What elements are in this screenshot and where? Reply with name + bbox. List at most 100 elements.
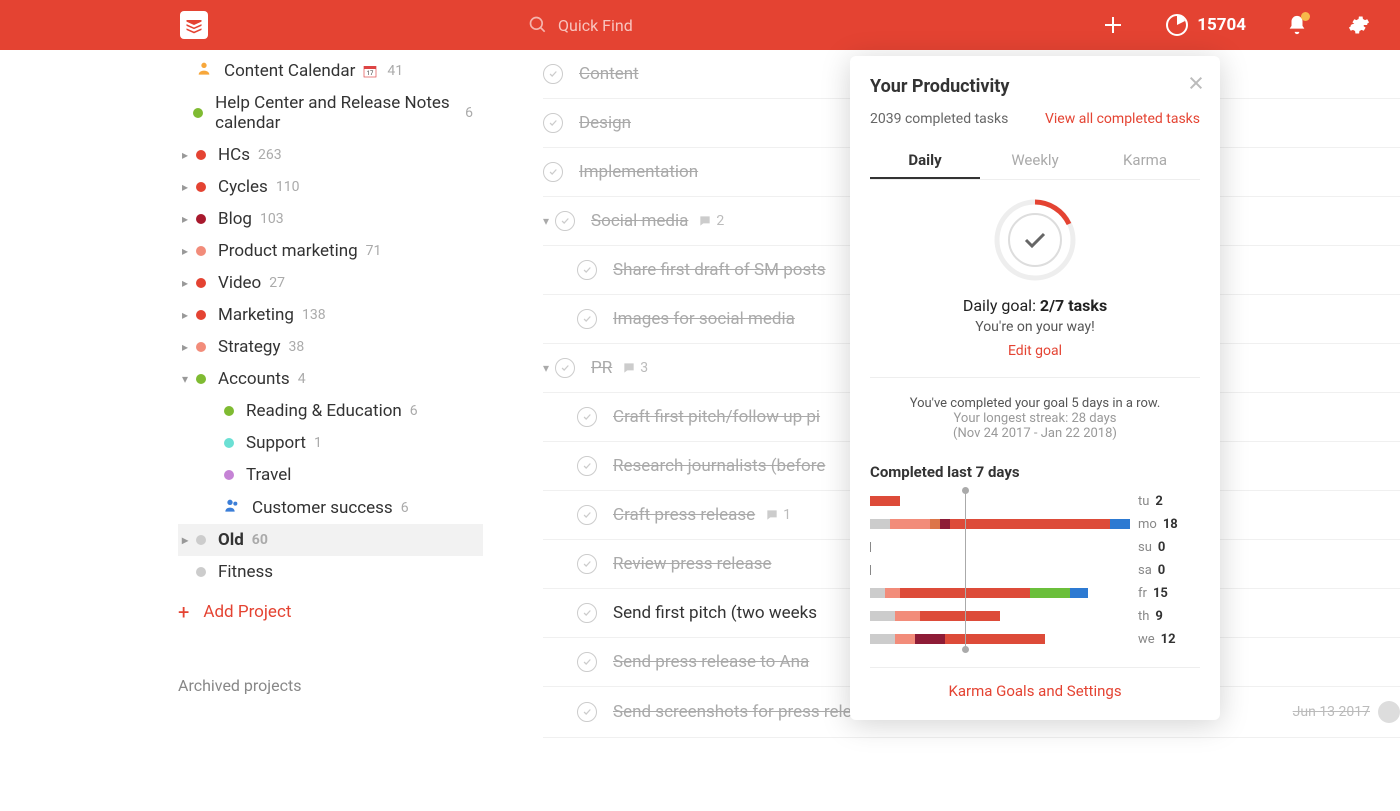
project-item[interactable]: ▸Blog103 [178,203,483,235]
app-logo[interactable] [180,11,208,39]
task-checkbox[interactable] [577,603,597,623]
view-all-link[interactable]: View all completed tasks [1045,111,1200,127]
task-name: Craft first pitch/follow up pi [613,407,820,427]
task-checkbox[interactable] [577,309,597,329]
task-checkbox[interactable] [577,702,597,722]
task-date: Jun 13 2017 [1293,704,1370,720]
day-value: 0 [1158,540,1165,555]
add-project-label: Add Project [203,602,291,622]
task-checkbox[interactable] [543,113,563,133]
add-project-button[interactable]: +Add Project [178,588,483,636]
tab-daily[interactable]: Daily [870,143,980,179]
project-count: 38 [289,339,305,355]
task-name: PR [591,358,612,378]
tab-karma[interactable]: Karma [1090,143,1200,179]
karma-button[interactable]: 15704 [1165,13,1246,37]
project-count: 110 [276,179,300,195]
bar [870,542,1130,552]
chart-row: we12 [870,629,1200,649]
project-dot [196,374,206,384]
comment-count[interactable]: 1 [765,507,791,523]
add-task-button[interactable] [1101,13,1125,37]
day-label: mo [1138,517,1157,532]
chart-row: tu2 [870,491,1200,511]
chart-row: sa0 [870,560,1200,580]
search-bar[interactable]: Quick Find [528,15,633,35]
chevron-icon: ▸ [178,180,192,194]
project-name: HCs [218,145,250,165]
project-item[interactable]: Fitness [178,556,483,588]
comment-icon [698,214,712,228]
task-name: Images for social media [613,309,795,329]
project-item[interactable]: ▸ Cycles 110 [178,171,483,203]
project-count: 1 [314,435,322,451]
chevron-icon: ▾ [178,372,192,386]
task-name: Send screenshots for press release [613,702,879,722]
chevron-icon: ▸ [178,340,192,354]
notifications-button[interactable] [1286,14,1308,36]
project-count: 6 [465,105,473,121]
settings-button[interactable] [1348,14,1370,36]
task-checkbox[interactable] [577,652,597,672]
goal-sub: You're on your way! [870,319,1200,335]
project-name: Cycles [218,177,268,197]
project-item[interactable]: ▸ Strategy 38 [178,331,483,363]
project-dot [196,278,206,288]
task-name: Craft press release [613,505,755,525]
project-item[interactable]: Reading & Education6 [178,395,483,427]
close-button[interactable] [1188,72,1204,96]
comment-count[interactable]: 2 [698,213,724,229]
task-checkbox[interactable] [555,211,575,231]
project-item[interactable]: ▸HCs263 [178,139,483,171]
project-count: 27 [269,275,285,291]
people-icon [224,497,240,518]
project-item[interactable]: Customer success6 [178,491,483,524]
project-name: Content Calendar [224,61,355,81]
chevron-down-icon[interactable]: ▾ [543,361,549,375]
project-dot [224,406,234,416]
task-checkbox[interactable] [555,358,575,378]
project-item[interactable]: ▸Video27 [178,267,483,299]
day-value: 9 [1155,609,1162,624]
person-icon [196,60,212,81]
tab-weekly[interactable]: Weekly [980,143,1090,179]
project-name: Old [218,530,244,550]
chevron-icon: ▸ [178,212,192,226]
task-checkbox[interactable] [543,162,563,182]
project-item[interactable]: Support1 [178,427,483,459]
project-item[interactable]: ▾Accounts4 [178,363,483,395]
project-count: 6 [401,500,409,516]
project-item[interactable]: Help Center and Release Notes calendar6 [178,87,483,139]
task-checkbox[interactable] [577,554,597,574]
chevron-down-icon[interactable]: ▾ [543,214,549,228]
project-count: 4 [298,371,306,387]
bar [870,496,1130,506]
karma-settings-link[interactable]: Karma Goals and Settings [870,667,1200,700]
task-checkbox[interactable] [577,407,597,427]
edit-goal-link[interactable]: Edit goal [870,343,1200,359]
project-item[interactable]: Content Calendar1741 [178,54,483,87]
task-checkbox[interactable] [577,260,597,280]
project-item[interactable]: Travel [178,459,483,491]
project-item[interactable]: ▸Marketing138 [178,299,483,331]
gear-icon [1348,14,1370,36]
completed-chart: tu2mo18su0sa0fr15th9we12 [870,491,1200,649]
plus-icon [1101,13,1125,37]
project-dot [196,310,206,320]
project-name: Strategy [218,337,281,357]
archived-projects-link[interactable]: Archived projects [178,666,483,705]
project-name: Reading & Education [246,401,402,421]
comment-count[interactable]: 3 [622,360,648,376]
project-item[interactable]: ▸Old60 [178,524,483,556]
task-checkbox[interactable] [543,64,563,84]
goal-text: Daily goal: 2/7 tasks [870,296,1200,315]
prod-tabs: Daily Weekly Karma [870,143,1200,180]
task-checkbox[interactable] [577,505,597,525]
task-name: Social media [591,211,688,231]
chevron-icon: ▸ [178,148,192,162]
chart-title: Completed last 7 days [870,463,1200,481]
project-item[interactable]: ▸Product marketing71 [178,235,483,267]
chevron-icon: ▸ [178,533,192,547]
task-checkbox[interactable] [577,456,597,476]
close-icon [1188,75,1204,91]
